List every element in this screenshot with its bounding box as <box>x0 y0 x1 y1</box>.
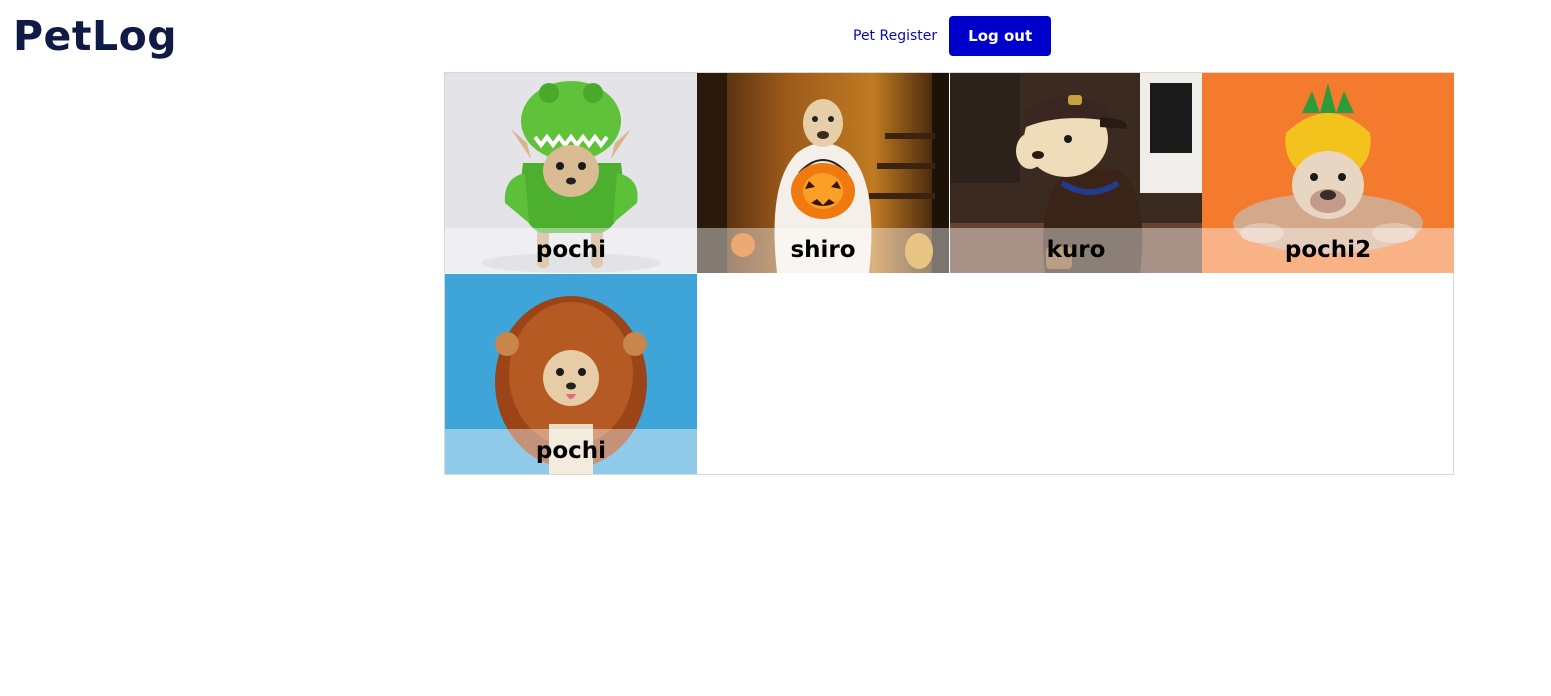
pet-name: pochi <box>445 429 697 474</box>
pet-name: pochi <box>445 228 697 273</box>
pet-name: kuro <box>950 228 1202 273</box>
pet-card[interactable]: pochi2 <box>1202 73 1454 273</box>
pet-card[interactable]: pochi <box>445 274 697 474</box>
pet-card[interactable]: shiro <box>697 73 949 273</box>
pet-register-link[interactable]: Pet Register <box>853 28 937 44</box>
pet-name: shiro <box>697 228 949 273</box>
top-nav: Pet Register Log out <box>853 16 1052 56</box>
pet-grid: pochi shiro kuro pochi2 pochi <box>444 72 1454 475</box>
pet-card[interactable]: kuro <box>950 73 1202 273</box>
pet-card[interactable]: pochi <box>445 73 697 273</box>
app-logo[interactable]: PetLog <box>13 12 177 60</box>
pet-name: pochi2 <box>1202 228 1454 273</box>
logout-button[interactable]: Log out <box>949 16 1052 56</box>
